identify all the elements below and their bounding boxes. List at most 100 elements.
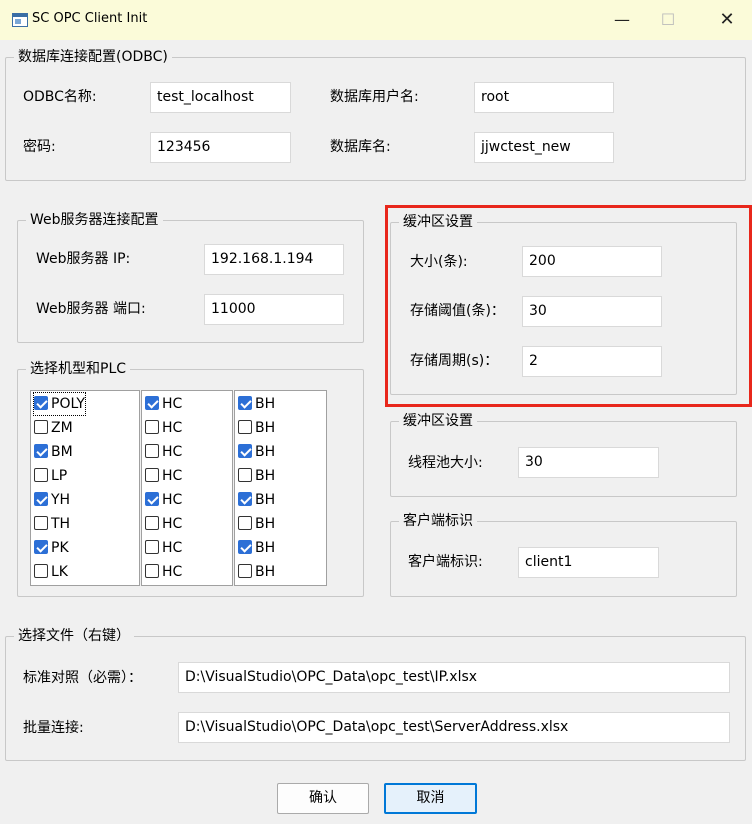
checklist-item-label: YH <box>51 492 71 508</box>
client-id-label: 客户端标识: <box>408 554 483 570</box>
web-port-field[interactable]: 11000 <box>204 294 344 325</box>
checkbox-unchecked[interactable] <box>34 420 48 434</box>
checkbox-unchecked[interactable] <box>238 564 252 578</box>
checklist-item-label: HC <box>162 540 183 556</box>
checklist-item[interactable]: BH <box>238 441 275 463</box>
web-server-legend: Web服务器连接配置 <box>26 211 163 229</box>
checkbox-checked[interactable] <box>34 444 48 458</box>
odbc-name-field[interactable]: test_localhost <box>150 82 291 113</box>
checklist-item[interactable]: BH <box>238 513 275 535</box>
checklist-item-label: HC <box>162 396 183 412</box>
checkbox-unchecked[interactable] <box>238 516 252 530</box>
checklist-item-label: PK <box>51 540 69 556</box>
web-ip-field[interactable]: 192.168.1.194 <box>204 244 344 275</box>
checkbox-unchecked[interactable] <box>34 516 48 530</box>
checklist-item-label: TH <box>51 516 71 532</box>
checklist-item-label: BH <box>255 420 276 436</box>
standard-file-label: 标准对照（必需）： <box>23 670 142 686</box>
checklist-item[interactable]: BH <box>238 393 275 415</box>
checklist-item-label: POLY <box>51 396 85 412</box>
model-checklist[interactable]: POLY ZM BM LP YH TH PK LK <box>30 390 140 586</box>
checklist-item-label: LK <box>51 564 68 580</box>
checklist-item[interactable]: HC <box>145 489 182 511</box>
checkbox-checked[interactable] <box>34 540 48 554</box>
batch-file-label: 批量连接: <box>23 720 84 736</box>
title-bar: SC OPC Client Init — ☐ ✕ <box>0 0 752 40</box>
checkbox-unchecked[interactable] <box>145 468 159 482</box>
checklist-item[interactable]: HC <box>145 561 182 583</box>
confirm-button[interactable]: 确认 <box>277 783 369 814</box>
password-field[interactable]: 123456 <box>150 132 291 163</box>
odbc-name-label: ODBC名称: <box>23 89 97 105</box>
checklist-item[interactable]: BH <box>238 561 275 583</box>
db-user-label: 数据库用户名: <box>330 89 419 105</box>
hc-checklist[interactable]: HC HC HC HC HC HC HC HC <box>141 390 233 586</box>
checklist-item[interactable]: HC <box>145 393 182 415</box>
threadpool-size-label: 线程池大小: <box>408 455 483 471</box>
checklist-item[interactable]: BH <box>238 417 275 439</box>
checklist-item-label: LP <box>51 468 68 484</box>
checklist-item[interactable]: BH <box>238 537 275 559</box>
db-name-field[interactable]: jjwctest_new <box>474 132 614 163</box>
db-user-field[interactable]: root <box>474 82 614 113</box>
checklist-item-label: HC <box>162 516 183 532</box>
checklist-item-label: HC <box>162 492 183 508</box>
close-button[interactable]: ✕ <box>702 0 752 40</box>
checkbox-unchecked[interactable] <box>34 564 48 578</box>
checkbox-checked[interactable] <box>145 492 159 506</box>
checkbox-checked[interactable] <box>238 540 252 554</box>
client-id-field[interactable]: client1 <box>518 547 659 578</box>
checklist-item-label: BH <box>255 492 276 508</box>
checklist-item[interactable]: ZM <box>34 417 73 439</box>
checkbox-unchecked[interactable] <box>145 564 159 578</box>
checklist-item-label: BH <box>255 516 276 532</box>
checkbox-unchecked[interactable] <box>145 444 159 458</box>
checklist-item[interactable]: HC <box>145 513 182 535</box>
checkbox-checked[interactable] <box>238 444 252 458</box>
maximize-button[interactable]: ☐ <box>643 0 693 40</box>
checkbox-unchecked[interactable] <box>34 468 48 482</box>
checklist-item[interactable]: HC <box>145 537 182 559</box>
checkbox-checked[interactable] <box>34 396 48 410</box>
db-name-label: 数据库名: <box>330 139 391 155</box>
plc-legend: 选择机型和PLC <box>26 360 131 378</box>
checkbox-checked[interactable] <box>238 396 252 410</box>
checklist-item-label: BH <box>255 564 276 580</box>
checklist-item[interactable]: HC <box>145 465 182 487</box>
checkbox-checked[interactable] <box>145 396 159 410</box>
bh-checklist[interactable]: BH BH BH BH BH BH BH BH <box>234 390 327 586</box>
checklist-item[interactable]: POLY <box>33 392 86 416</box>
batch-file-field[interactable]: D:\VisualStudio\OPC_Data\opc_test\Server… <box>178 712 730 743</box>
checklist-item-label: BM <box>51 444 73 460</box>
checklist-item[interactable]: YH <box>34 489 70 511</box>
checklist-item-label: BH <box>255 396 276 412</box>
threadpool-size-field[interactable]: 30 <box>518 447 659 478</box>
checklist-item[interactable]: BH <box>238 465 275 487</box>
checklist-item[interactable]: HC <box>145 441 182 463</box>
threadpool-legend: 缓冲区设置 <box>399 412 477 430</box>
checklist-item[interactable]: TH <box>34 513 70 535</box>
checkbox-unchecked[interactable] <box>145 540 159 554</box>
checklist-item[interactable]: BM <box>34 441 73 463</box>
standard-file-field[interactable]: D:\VisualStudio\OPC_Data\opc_test\IP.xls… <box>178 662 730 693</box>
checklist-item-label: ZM <box>51 420 73 436</box>
checkbox-unchecked[interactable] <box>145 420 159 434</box>
cancel-button[interactable]: 取消 <box>384 783 477 814</box>
checklist-item[interactable]: PK <box>34 537 69 559</box>
web-ip-label: Web服务器 IP: <box>36 251 131 267</box>
checkbox-checked[interactable] <box>238 492 252 506</box>
highlight-box <box>385 205 752 407</box>
checklist-item-label: HC <box>162 444 183 460</box>
files-legend: 选择文件（右键） <box>14 627 134 645</box>
checkbox-unchecked[interactable] <box>238 468 252 482</box>
checkbox-unchecked[interactable] <box>145 516 159 530</box>
checklist-item[interactable]: HC <box>145 417 182 439</box>
checkbox-checked[interactable] <box>34 492 48 506</box>
minimize-button[interactable]: — <box>597 0 647 40</box>
checklist-item[interactable]: LP <box>34 465 67 487</box>
checkbox-unchecked[interactable] <box>238 420 252 434</box>
checklist-item-label: BH <box>255 444 276 460</box>
checklist-item-label: BH <box>255 468 276 484</box>
checklist-item[interactable]: BH <box>238 489 275 511</box>
checklist-item[interactable]: LK <box>34 561 68 583</box>
